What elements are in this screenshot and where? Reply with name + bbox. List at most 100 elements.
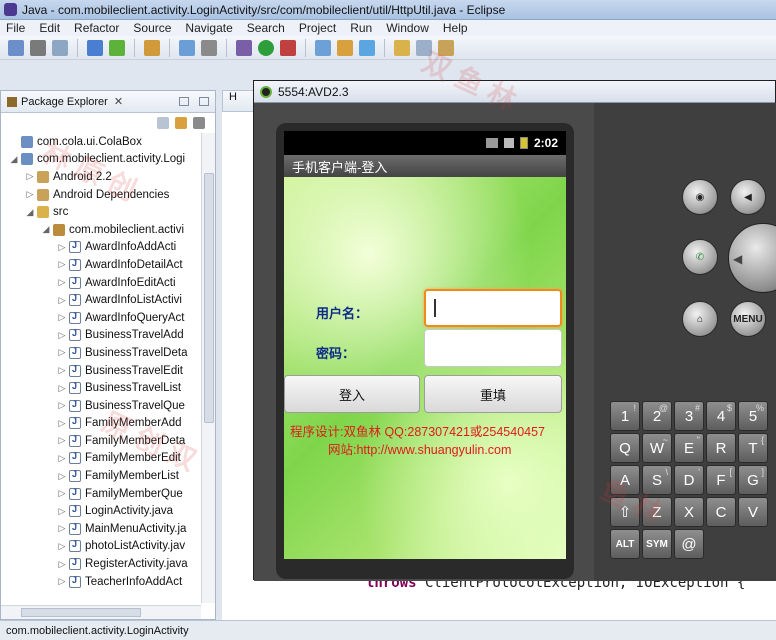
menu-search[interactable]: Search (247, 21, 285, 35)
tree-item[interactable]: ▷ BusinessTravelAdd (1, 327, 199, 345)
collapsed-arrow-icon[interactable]: ▷ (57, 295, 67, 306)
collapsed-arrow-icon[interactable]: ▷ (57, 330, 67, 341)
dpad-control[interactable]: ◀ (728, 223, 776, 293)
reset-button[interactable]: 重填 (424, 375, 562, 413)
tree-item[interactable]: ▷ Android Dependencies (1, 186, 199, 204)
tree-item[interactable]: ▷ FamilyMemberList (1, 467, 199, 485)
keyboard-key[interactable]: ⇧ (610, 497, 640, 527)
tree-item[interactable]: ▷ FamilyMemberEdit (1, 450, 199, 468)
tree-item[interactable]: ◢ src (1, 203, 199, 221)
close-icon[interactable]: ✕ (114, 95, 123, 108)
collapsed-arrow-icon[interactable]: ▷ (57, 541, 67, 552)
minimize-icon[interactable] (179, 97, 189, 106)
collapsed-arrow-icon[interactable]: ▷ (57, 277, 67, 288)
tree-item[interactable]: ▷ MainMenuActivity.ja (1, 520, 199, 538)
scrollbar-thumb[interactable] (204, 173, 214, 423)
run-icon[interactable] (258, 39, 274, 56)
tree-item[interactable]: ◢ com.mobileclient.activity.Logi (1, 151, 199, 169)
collapsed-arrow-icon[interactable]: ▷ (57, 453, 67, 464)
keyboard-key[interactable]: 5% (738, 401, 768, 431)
collapsed-arrow-icon[interactable]: ▷ (57, 471, 67, 482)
android-sdk-icon[interactable] (87, 39, 103, 56)
collapse-all-icon[interactable] (157, 117, 169, 129)
tree-item[interactable]: ◢ com.mobileclient.activi (1, 221, 199, 239)
keyboard-key[interactable]: V (738, 497, 768, 527)
keyboard-key[interactable]: T{ (738, 433, 768, 463)
keyboard-key[interactable]: W ~ (642, 433, 672, 463)
print-icon[interactable] (52, 39, 68, 56)
keyboard-key[interactable]: E " (674, 433, 704, 463)
collapsed-arrow-icon[interactable]: ▷ (57, 506, 67, 517)
password-input[interactable] (424, 329, 562, 367)
open-type-icon[interactable] (394, 39, 410, 56)
menu-edit[interactable]: Edit (39, 21, 60, 35)
keyboard-key[interactable]: X (674, 497, 704, 527)
settings-icon[interactable] (201, 39, 217, 56)
tree-item[interactable]: ▷ AwardInfoEditActi (1, 274, 199, 292)
keyboard-key[interactable]: ALT (610, 529, 640, 559)
keyboard-key[interactable]: F[ (706, 465, 736, 495)
menu-window[interactable]: Window (386, 21, 429, 35)
keyboard-key[interactable]: @ (674, 529, 704, 559)
tree-item[interactable]: ▷ BusinessTravelDeta (1, 344, 199, 362)
tree-item[interactable]: ▷ TeacherInfoAddAct (1, 573, 199, 591)
menu-refactor[interactable]: Refactor (74, 21, 119, 35)
external-tools-icon[interactable] (280, 39, 296, 56)
scrollbar-thumb[interactable] (21, 608, 141, 617)
new-icon[interactable] (8, 39, 24, 56)
collapsed-arrow-icon[interactable]: ▷ (57, 523, 67, 534)
menu-run[interactable]: Run (350, 21, 372, 35)
tree-item[interactable]: ▷ AwardInfoQueryAct (1, 309, 199, 327)
view-menu-icon[interactable] (193, 117, 205, 129)
task-icon[interactable] (144, 39, 160, 56)
search-icon[interactable] (416, 39, 432, 56)
tree-item[interactable]: ▷ BusinessTravelQue (1, 397, 199, 415)
login-button[interactable]: 登入 (284, 375, 420, 413)
tree-item[interactable]: com.cola.ui.ColaBox (1, 133, 199, 151)
home-icon[interactable]: ⌂ (682, 301, 718, 337)
keyboard-key[interactable]: G] (738, 465, 768, 495)
collapsed-arrow-icon[interactable]: ▷ (25, 189, 35, 200)
keyboard-key[interactable]: 1! (610, 401, 640, 431)
pencil-icon[interactable] (438, 39, 454, 56)
camera-icon[interactable]: ◉ (682, 179, 718, 215)
new-class-icon[interactable] (359, 39, 375, 56)
keyboard-key[interactable]: R (706, 433, 736, 463)
tree-item[interactable]: ▷ FamilyMemberDeta (1, 432, 199, 450)
collapsed-arrow-icon[interactable]: ▷ (57, 347, 67, 358)
collapsed-arrow-icon[interactable]: ▷ (25, 171, 35, 182)
collapsed-arrow-icon[interactable]: ▷ (57, 418, 67, 429)
package-explorer-tab[interactable]: Package Explorer (21, 96, 108, 108)
expanded-arrow-icon[interactable]: ◢ (9, 154, 19, 165)
collapsed-arrow-icon[interactable]: ▷ (57, 242, 67, 253)
tree-item[interactable]: ▷ FamilyMemberAdd (1, 415, 199, 433)
tree-item[interactable]: ▷ BusinessTravelList (1, 379, 199, 397)
collapsed-arrow-icon[interactable]: ▷ (57, 400, 67, 411)
call-icon[interactable]: ✆ (682, 239, 718, 275)
menu-button[interactable]: MENU (730, 301, 766, 337)
collapsed-arrow-icon[interactable]: ▷ (57, 559, 67, 570)
expanded-arrow-icon[interactable]: ◢ (41, 224, 51, 235)
tree-item[interactable]: ▷ Android 2.2 (1, 168, 199, 186)
horizontal-scrollbar[interactable] (1, 605, 201, 619)
tree-item[interactable]: ▷ AwardInfoDetailAct (1, 256, 199, 274)
keyboard-key[interactable]: 4 $ (706, 401, 736, 431)
new-package-icon[interactable] (337, 39, 353, 56)
keyboard-key[interactable]: A (610, 465, 640, 495)
debug-icon[interactable] (236, 39, 252, 56)
tree-item[interactable]: ▷ AwardInfoListActivi (1, 291, 199, 309)
keyboard-key[interactable]: SYM (642, 529, 672, 559)
collapsed-arrow-icon[interactable]: ▷ (57, 383, 67, 394)
menu-help[interactable]: Help (443, 21, 468, 35)
keyboard-key[interactable]: 3 # (674, 401, 704, 431)
collapsed-arrow-icon[interactable]: ▷ (57, 435, 67, 446)
tree-item[interactable]: ▷ photoListActivity.jav (1, 538, 199, 556)
keyboard-key[interactable]: 2 @ (642, 401, 672, 431)
tree-item[interactable]: ▷ FamilyMemberQue (1, 485, 199, 503)
collapsed-arrow-icon[interactable]: ▷ (57, 312, 67, 323)
link-with-editor-icon[interactable] (175, 117, 187, 129)
expanded-arrow-icon[interactable]: ◢ (25, 207, 35, 218)
device-screen[interactable]: 2:02 手机客户端-登入 用户名： 密码： 登入 重填 程序设计:双鱼林 QQ… (284, 131, 566, 559)
collapsed-arrow-icon[interactable]: ▷ (57, 576, 67, 587)
avd-manager-icon[interactable] (109, 39, 125, 56)
